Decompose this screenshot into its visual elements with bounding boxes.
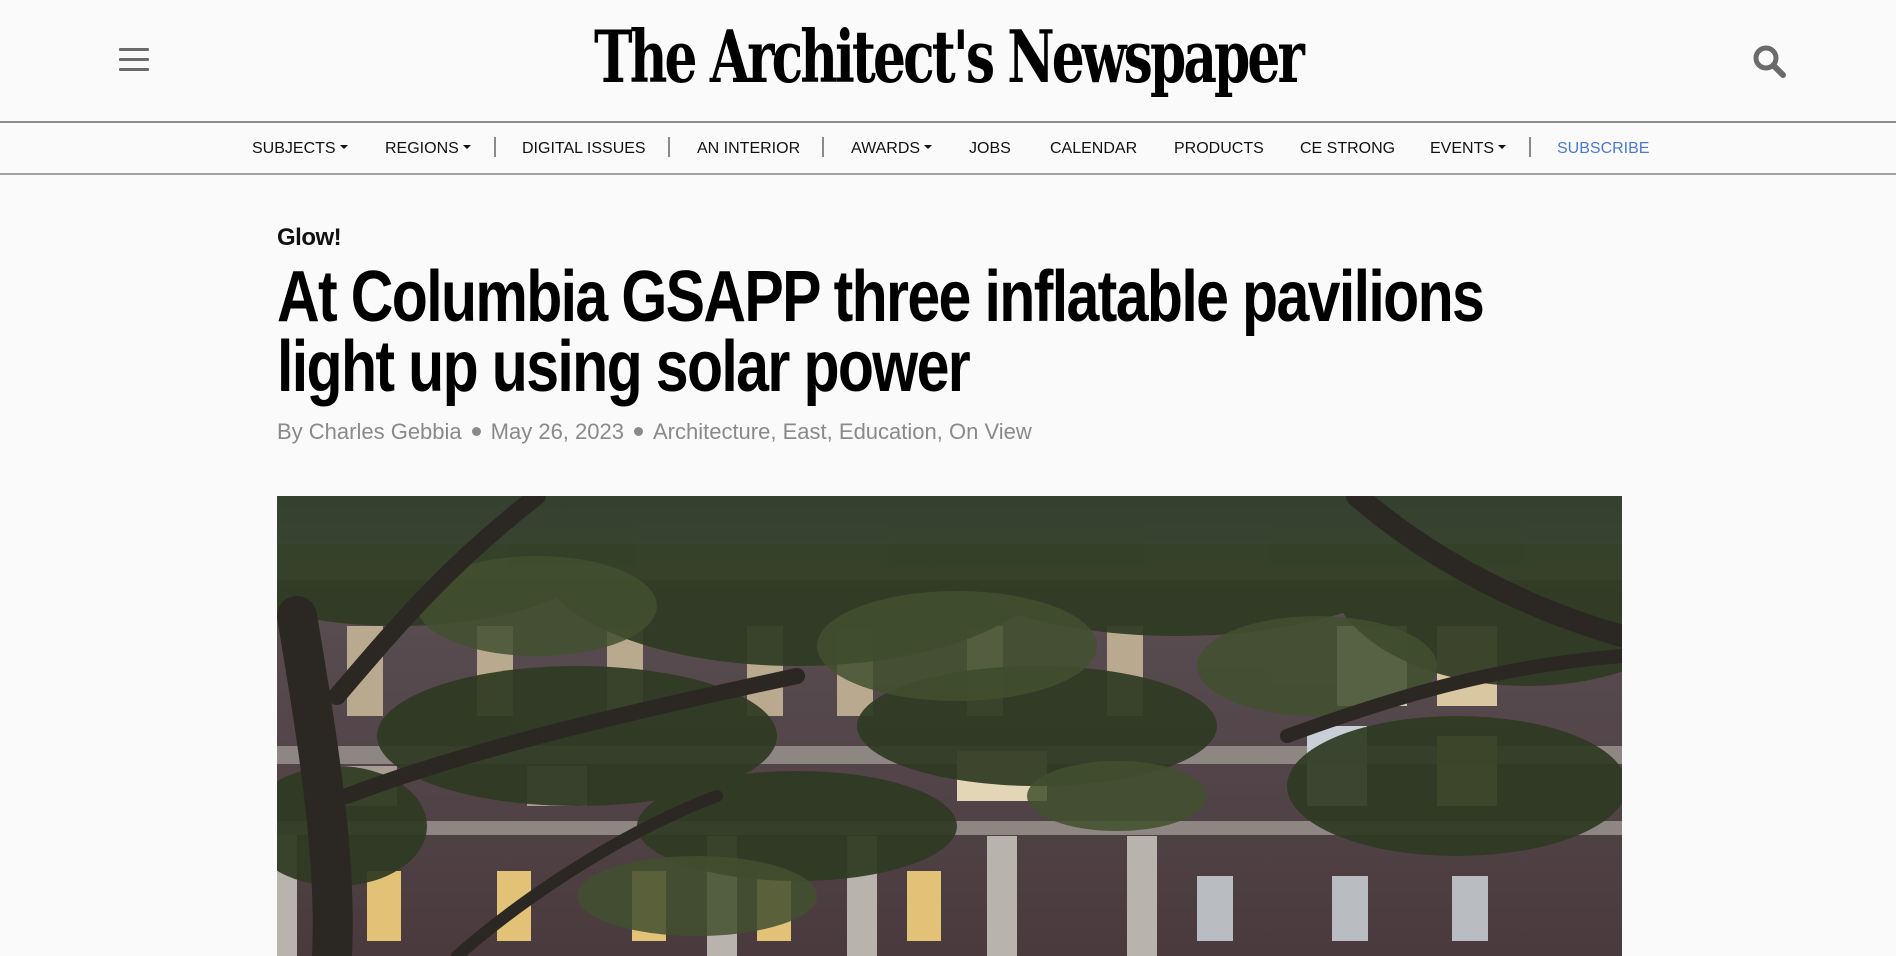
nav-item-label: PRODUCTS xyxy=(1174,140,1264,157)
nav-item-label: AN INTERIOR xyxy=(697,140,801,157)
nav-item-an-interior[interactable]: AN INTERIOR xyxy=(697,139,800,159)
nav-item-regions[interactable]: REGIONS xyxy=(385,139,471,159)
category-separator: , xyxy=(936,419,943,444)
nav-item-calendar[interactable]: CALENDAR xyxy=(1050,139,1137,159)
category-link-architecture[interactable]: Architecture xyxy=(653,419,770,444)
nav-item-subjects[interactable]: SUBJECTS xyxy=(252,139,348,159)
menu-bar xyxy=(119,58,149,61)
nav-item-label: DIGITAL ISSUES xyxy=(522,140,646,157)
nav-divider xyxy=(1529,137,1531,157)
nav-divider xyxy=(668,137,670,157)
nav-item-awards[interactable]: AWARDS xyxy=(851,139,933,159)
publish-date: May 26, 2023 xyxy=(490,419,624,444)
nav-item-digital-issues[interactable]: DIGITAL ISSUES xyxy=(522,139,646,159)
category-link-education[interactable]: Education xyxy=(839,419,937,444)
nav-divider xyxy=(822,137,824,157)
category-separator: , xyxy=(770,419,777,444)
nav-item-label: SUBJECTS xyxy=(252,140,336,157)
nav-item-label: SUBSCRIBE xyxy=(1557,140,1650,157)
site-logo[interactable]: The Architect's Newspaper xyxy=(265,12,1630,102)
headline-line-1: At Columbia GSAPP three inflatable pavil… xyxy=(277,257,1485,337)
menu-bar xyxy=(119,48,149,51)
hero-photo xyxy=(277,496,1622,956)
article-kicker[interactable]: Glow! xyxy=(277,224,342,252)
site-header: The Architect's Newspaper xyxy=(0,0,1896,123)
nav-item-jobs[interactable]: JOBS xyxy=(969,139,1011,159)
hamburger-menu-icon[interactable] xyxy=(119,47,149,73)
chevron-down-icon xyxy=(339,144,348,149)
bullet-separator xyxy=(471,427,481,436)
article-byline: By Charles Gebbia May 26, 2023 Architectur… xyxy=(277,418,1032,446)
author-link[interactable]: By Charles Gebbia xyxy=(277,419,462,444)
nav-item-ce-strong[interactable]: CE STRONG xyxy=(1300,139,1395,159)
nav-item-label: JOBS xyxy=(969,140,1011,157)
nav-item-subscribe[interactable]: SUBSCRIBE xyxy=(1557,139,1649,159)
nav-item-label: REGIONS xyxy=(385,140,459,157)
category-separator: , xyxy=(826,419,833,444)
nav-item-label: AWARDS xyxy=(851,140,921,157)
category-link-on-view[interactable]: On View xyxy=(949,419,1032,444)
bullet-separator xyxy=(633,427,643,436)
article-headline: At Columbia GSAPP three inflatable pavil… xyxy=(277,261,1671,403)
chevron-down-icon xyxy=(1498,144,1507,149)
nav-item-label: CALENDAR xyxy=(1050,140,1138,157)
nav-item-events[interactable]: EVENTS xyxy=(1430,139,1507,159)
menu-bar xyxy=(119,68,149,71)
nav-divider xyxy=(494,137,496,157)
nav-item-label: CE STRONG xyxy=(1300,140,1396,157)
search-icon[interactable] xyxy=(1752,44,1788,80)
headline-line-2: light up using solar power xyxy=(277,327,971,407)
main-nav: SUBJECTS REGIONS DIGITAL ISSUES AN INTER… xyxy=(0,123,1896,175)
nav-item-products[interactable]: PRODUCTS xyxy=(1174,139,1264,159)
chevron-down-icon xyxy=(462,144,471,149)
chevron-down-icon xyxy=(924,144,933,149)
category-link-east[interactable]: East xyxy=(783,419,827,444)
nav-item-label: EVENTS xyxy=(1430,140,1495,157)
